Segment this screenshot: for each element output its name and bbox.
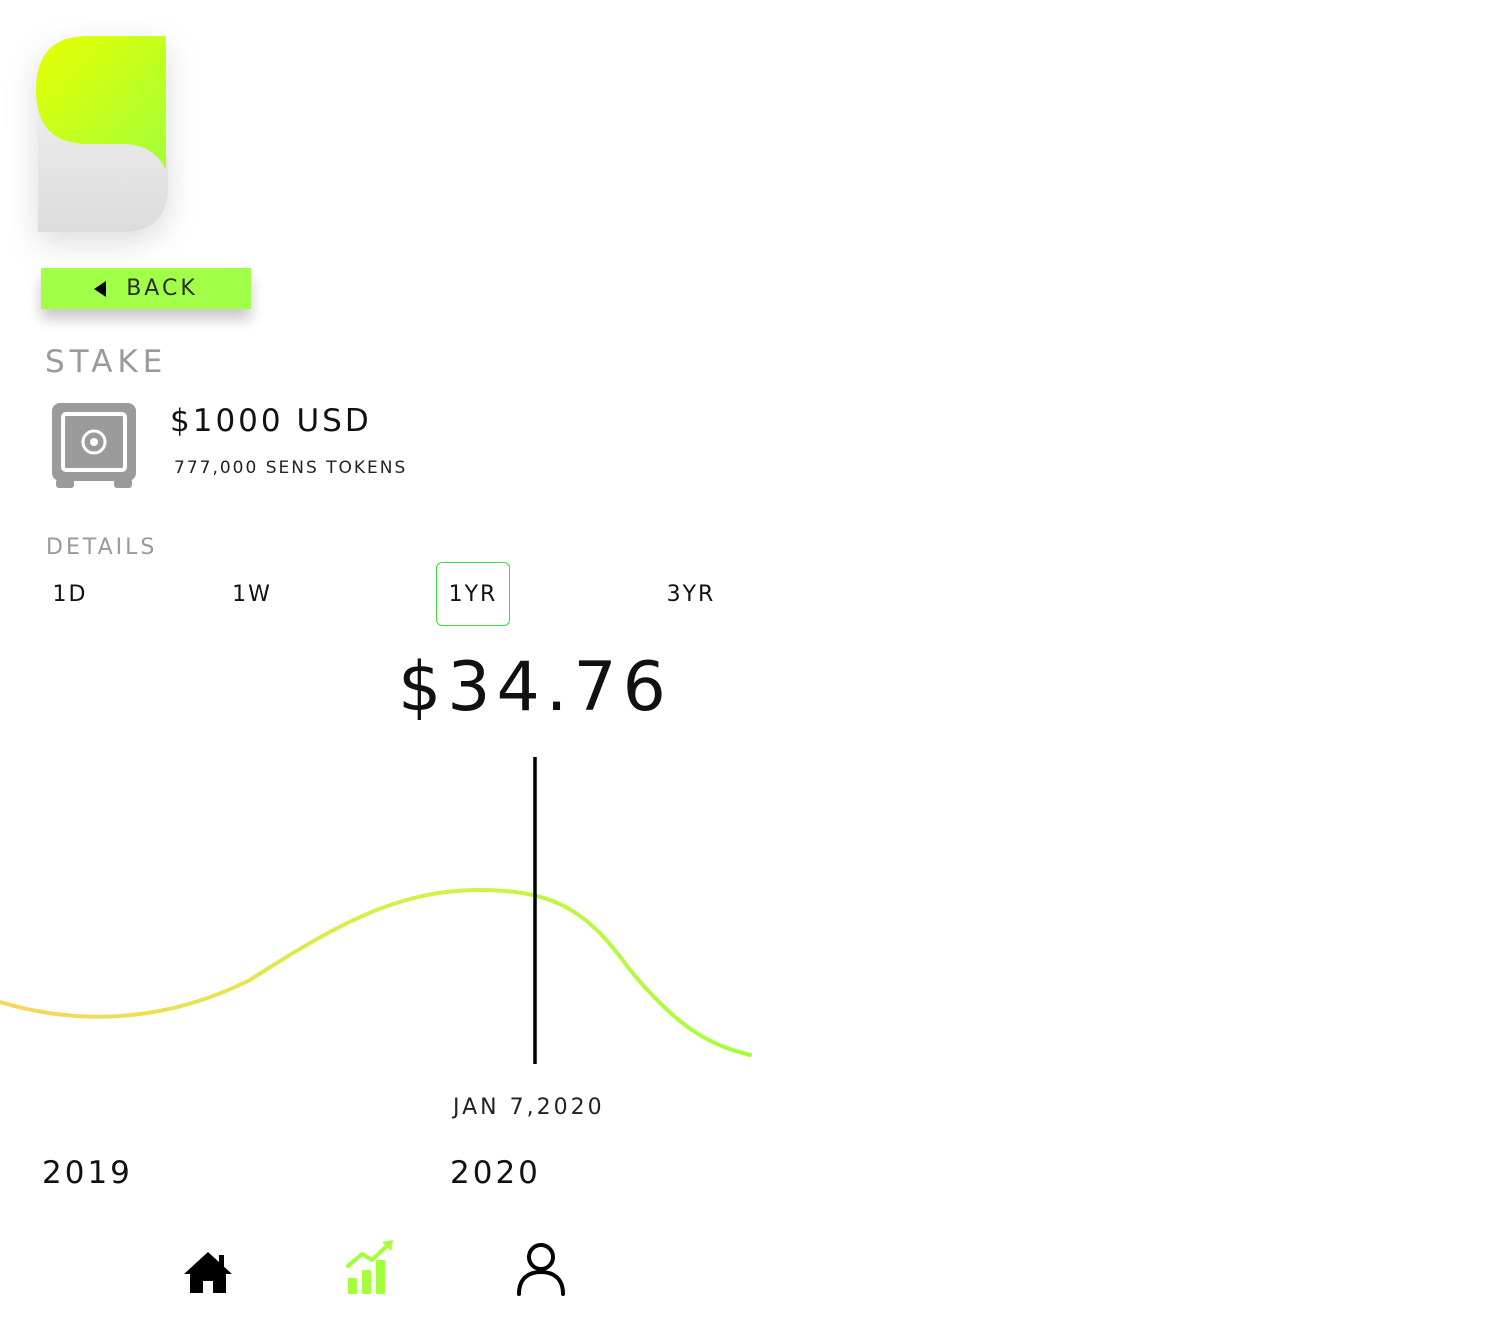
year-label-2019: 2019 <box>42 1155 133 1191</box>
stake-token-amount: 777,000 SENS TOKENS <box>174 458 408 478</box>
home-icon[interactable] <box>182 1250 234 1295</box>
range-tab-1d[interactable]: 1D <box>42 562 98 626</box>
stake-details-screen: BACK STAKE $1000 USD 777,000 SENS TOKENS… <box>0 0 1500 1334</box>
s-logo-icon <box>36 36 168 232</box>
stake-amount-usd: $1000 USD <box>170 403 372 439</box>
range-tab-1w[interactable]: 1W <box>222 562 282 626</box>
profile-icon[interactable] <box>514 1242 568 1296</box>
range-tab-3yr[interactable]: 3YR <box>656 562 726 626</box>
selected-date-label: JAN 7,2020 <box>453 1095 605 1120</box>
stake-title: STAKE <box>45 344 168 380</box>
details-title: DETAILS <box>46 535 158 560</box>
back-button-label: BACK <box>126 276 198 301</box>
caret-left-icon <box>94 280 107 297</box>
safe-icon <box>52 403 136 488</box>
year-label-2020: 2020 <box>450 1155 541 1191</box>
price-value: $34.76 <box>398 648 672 727</box>
price-chart[interactable] <box>0 740 760 1080</box>
back-button[interactable]: BACK <box>41 268 251 309</box>
range-tab-1yr[interactable]: 1YR <box>436 562 510 626</box>
chart-icon[interactable] <box>344 1240 396 1296</box>
price-line <box>0 887 752 1057</box>
